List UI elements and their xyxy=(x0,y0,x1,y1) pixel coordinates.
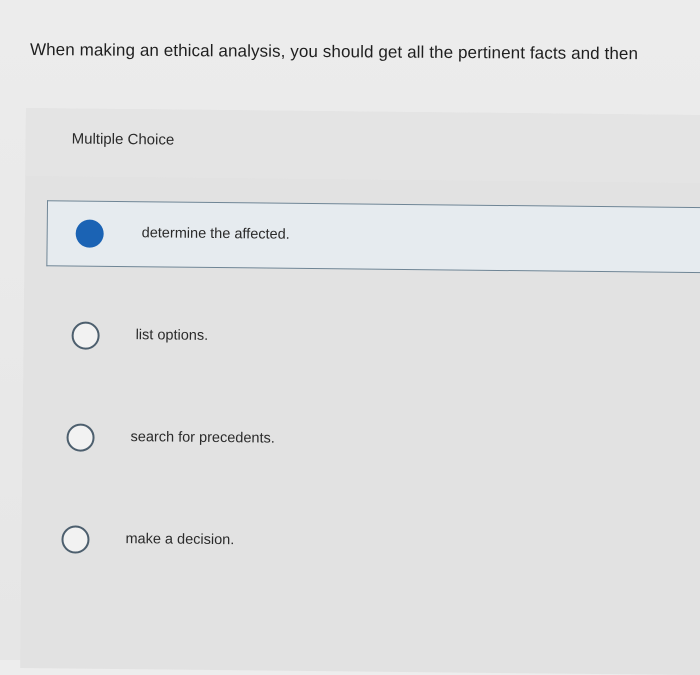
answer-option-determine-affected[interactable]: determine the affected. xyxy=(46,200,700,274)
answer-option-label: make a decision. xyxy=(125,531,235,549)
answer-option-label: search for precedents. xyxy=(130,429,275,447)
answer-option-search-precedents[interactable]: search for precedents. xyxy=(44,404,700,477)
answer-option-label: list options. xyxy=(135,327,209,344)
answer-option-list-options[interactable]: list options. xyxy=(45,302,700,375)
radio-unselected-icon[interactable] xyxy=(66,423,95,452)
radio-unselected-icon[interactable] xyxy=(71,321,100,350)
radio-unselected-icon[interactable] xyxy=(61,525,90,554)
question-type-label: Multiple Choice xyxy=(71,130,175,149)
answer-option-make-decision[interactable]: make a decision. xyxy=(43,506,700,579)
radio-selected-icon[interactable] xyxy=(75,219,104,248)
question-text: When making an ethical analysis, you sho… xyxy=(29,40,639,64)
quiz-page: When making an ethical analysis, you sho… xyxy=(0,0,700,675)
answer-panel: Multiple Choice determine the affected. … xyxy=(20,108,700,675)
answer-option-label: determine the affected. xyxy=(141,225,290,243)
